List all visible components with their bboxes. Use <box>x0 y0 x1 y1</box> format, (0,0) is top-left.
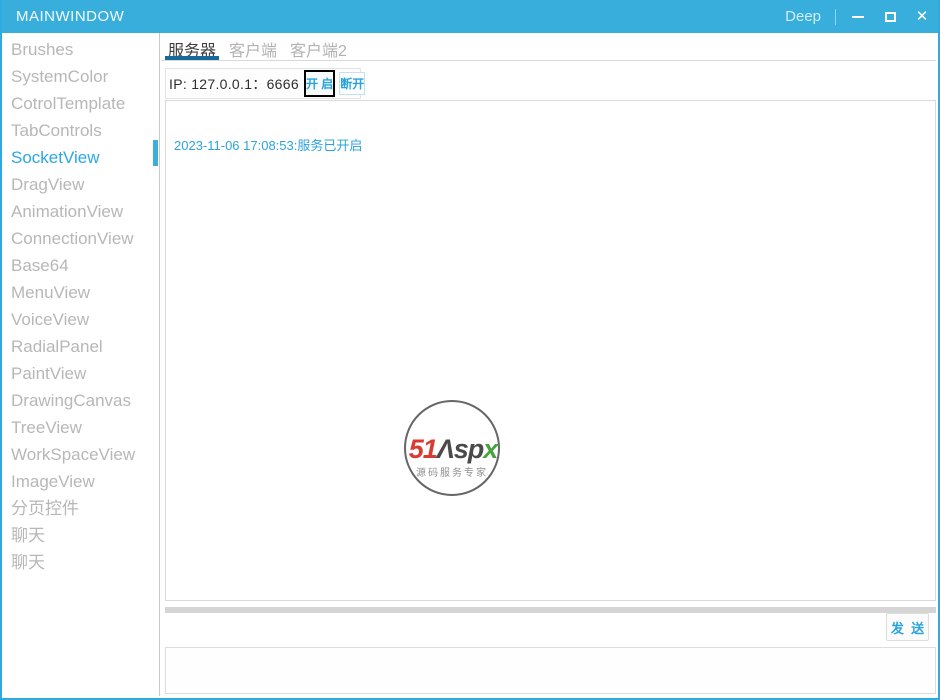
logo-text: 51Λspx <box>391 434 515 465</box>
logo-51: 51 <box>408 434 438 464</box>
sidebar-item-tabcontrols[interactable]: TabControls <box>4 117 159 144</box>
logo-subtitle: 源码服务专家 <box>416 468 488 479</box>
tab-client2[interactable]: 客户端2 <box>287 33 350 60</box>
main-window: MAINWINDOW Deep ✕ Brushes SystemColor Co… <box>0 0 940 700</box>
sidebar-item-dragview[interactable]: DragView <box>4 171 159 198</box>
message-list-panel[interactable]: 2023-11-06 17:08:53:服务已开启 51Λspx 源码服务专家 <box>165 100 936 601</box>
ip-address-label: IP: 127.0.0.1：6666 <box>169 75 299 92</box>
minimize-icon <box>852 15 864 18</box>
main-content: 服务器 客户端 客户端2 IP: 127.0.0.1：6666 开 启 断开 2… <box>161 33 936 696</box>
log-message: 2023-11-06 17:08:53:服务已开启 <box>174 138 363 153</box>
close-button[interactable]: ✕ <box>906 0 938 33</box>
sidebar-item-workspaceview[interactable]: WorkSpaceView <box>4 441 159 468</box>
tab-client[interactable]: 客户端 <box>226 33 280 60</box>
sidebar-item-brushes[interactable]: Brushes <box>4 36 159 63</box>
tabstrip: 服务器 客户端 客户端2 <box>161 33 936 61</box>
sidebar-item-connectionview[interactable]: ConnectionView <box>4 225 159 252</box>
sidebar-item-radialpanel[interactable]: RadialPanel <box>4 333 159 360</box>
sidebar: Brushes SystemColor CotrolTemplate TabCo… <box>4 33 160 696</box>
titlebar-divider <box>835 8 836 25</box>
titlebar: MAINWINDOW Deep ✕ <box>2 0 938 33</box>
message-input[interactable] <box>165 647 936 694</box>
sidebar-item-cotroltemplate[interactable]: CotrolTemplate <box>4 90 159 117</box>
horizontal-scrollbar[interactable] <box>165 607 936 613</box>
sidebar-item-menuview[interactable]: MenuView <box>4 279 159 306</box>
ip-group: IP: 127.0.0.1：6666 开 启 断开 <box>165 68 366 99</box>
close-icon: ✕ <box>915 8 929 25</box>
sidebar-item-systemcolor[interactable]: SystemColor <box>4 63 159 90</box>
sidebar-item-pagination[interactable]: 分页控件 <box>4 495 159 522</box>
window-title: MAINWINDOW <box>16 8 125 25</box>
sidebar-item-treeview[interactable]: TreeView <box>4 414 159 441</box>
titlebar-controls: Deep ✕ <box>785 0 938 33</box>
send-button[interactable]: 发 送 <box>886 613 929 641</box>
logo-asp: Λsp <box>436 434 485 464</box>
sidebar-item-drawingcanvas[interactable]: DrawingCanvas <box>4 387 159 414</box>
sidebar-item-paintview[interactable]: PaintView <box>4 360 159 387</box>
sidebar-item-socketview[interactable]: SocketView <box>4 144 159 171</box>
maximize-button[interactable] <box>874 0 906 33</box>
sidebar-item-animationview[interactable]: AnimationView <box>4 198 159 225</box>
minimize-button[interactable] <box>842 0 874 33</box>
sidebar-item-chat1[interactable]: 聊天 <box>4 522 159 549</box>
sidebar-item-chat2[interactable]: 聊天 <box>4 549 159 576</box>
sidebar-item-imageview[interactable]: ImageView <box>4 468 159 495</box>
open-server-button[interactable]: 开 启 <box>303 70 336 97</box>
sidebar-item-base64[interactable]: Base64 <box>4 252 159 279</box>
logo-x: x <box>483 434 498 464</box>
tab-server[interactable]: 服务器 <box>165 33 220 60</box>
sidebar-item-voiceview[interactable]: VoiceView <box>4 306 159 333</box>
deep-label: Deep <box>785 8 821 25</box>
disconnect-button[interactable]: 断开 <box>339 72 366 95</box>
maximize-icon <box>884 11 896 22</box>
sidebar-scroll-indicator[interactable] <box>153 140 158 166</box>
